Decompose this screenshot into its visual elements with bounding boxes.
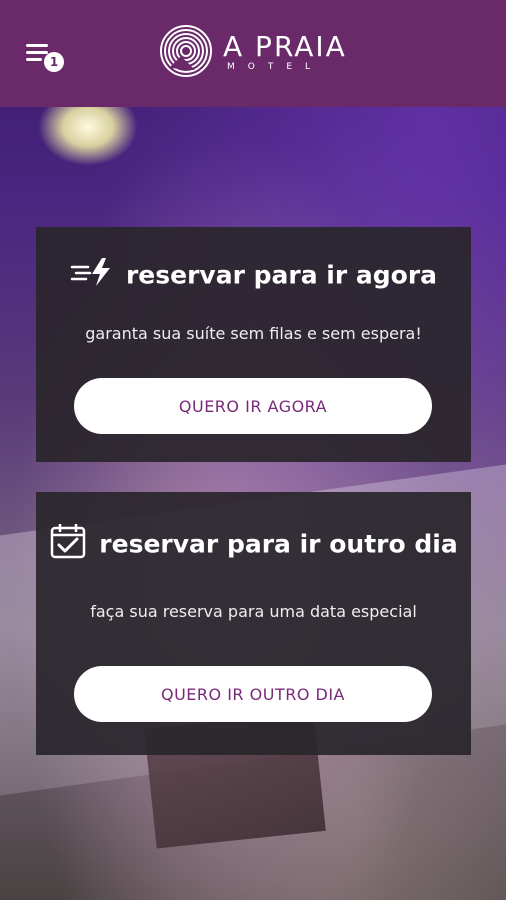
card-subtitle: faça sua reserva para uma data especial [90, 602, 417, 621]
logo[interactable]: A PRAIA MOTEL [155, 24, 355, 82]
logo-title: A PRAIA [223, 30, 347, 63]
reserve-other-day-card: reservar para ir outro dia faça sua rese… [36, 492, 471, 755]
menu-icon-line [26, 51, 48, 54]
reserve-now-card: reservar para ir agora garanta sua suíte… [36, 227, 471, 462]
calendar-check-icon [49, 522, 87, 566]
ceiling-lamp [38, 106, 138, 166]
card-title: reservar para ir outro dia [99, 529, 458, 559]
card-title-row: reservar para ir agora [36, 257, 471, 293]
card-title-row: reservar para ir outro dia [36, 522, 471, 566]
logo-swirl-icon [160, 25, 212, 77]
menu-icon-line [26, 44, 48, 47]
quero-ir-outro-dia-button[interactable]: QUERO IR OUTRO DIA [74, 666, 432, 722]
lightning-bolt-icon [70, 257, 114, 293]
card-title: reservar para ir agora [125, 260, 438, 290]
quero-ir-agora-button[interactable]: QUERO IR AGORA [74, 378, 432, 434]
menu-icon-line [26, 58, 42, 61]
card-subtitle: garanta sua suíte sem filas e sem espera… [85, 324, 422, 343]
menu-button[interactable]: 1 [22, 40, 68, 74]
logo-subtitle: MOTEL [227, 62, 324, 72]
app-header: 1 A PRAIA MOTEL [0, 0, 506, 107]
notification-badge: 1 [44, 52, 64, 72]
